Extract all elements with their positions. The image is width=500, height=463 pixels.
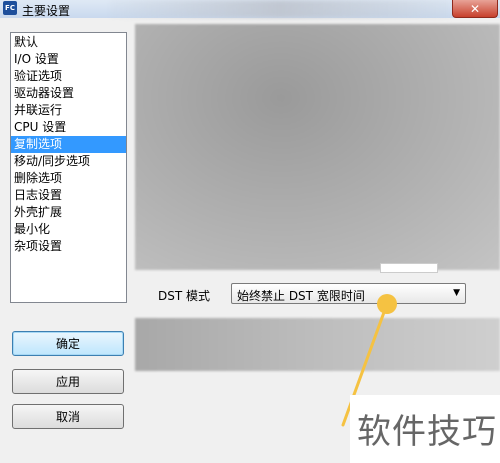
category-item-io[interactable]: I/O 设置: [11, 51, 126, 68]
category-item-verify[interactable]: 验证选项: [11, 68, 126, 85]
title-bar: FC 主要设置 ✕: [0, 0, 500, 18]
dst-mode-select[interactable]: 始终禁止 DST 宽限时间 ▼: [231, 283, 466, 304]
category-item-drive[interactable]: 驱动器设置: [11, 85, 126, 102]
blurred-titlebar-region: [110, 0, 450, 18]
category-item-parallel[interactable]: 并联运行: [11, 102, 126, 119]
category-item-shell[interactable]: 外壳扩展: [11, 204, 126, 221]
blurred-settings-region: [135, 24, 500, 270]
watermark-text: 软件技巧: [357, 412, 497, 452]
close-icon: ✕: [469, 1, 481, 16]
dst-mode-value: 始终禁止 DST 宽限时间: [237, 289, 365, 303]
ok-button[interactable]: 确定: [12, 331, 124, 356]
app-icon: FC: [3, 1, 17, 15]
dst-mode-label: DST 模式: [158, 289, 211, 303]
window-title: 主要设置: [22, 4, 71, 18]
cancel-button[interactable]: 取消: [12, 404, 124, 429]
category-item-log[interactable]: 日志设置: [11, 187, 126, 204]
chevron-down-icon: ▼: [453, 288, 460, 298]
category-item-move-sync[interactable]: 移动/同步选项: [11, 153, 126, 170]
category-item-misc[interactable]: 杂项设置: [11, 238, 126, 255]
close-button[interactable]: ✕: [452, 0, 498, 18]
category-item-copy[interactable]: 复制选项: [11, 136, 126, 153]
category-item-cpu[interactable]: CPU 设置: [11, 119, 126, 136]
blurred-lower-region: [135, 318, 500, 371]
settings-window: FC 主要设置 ✕ 默认 I/O 设置 验证选项 驱动器设置 并联运行 CPU …: [0, 0, 500, 463]
apply-button[interactable]: 应用: [12, 369, 124, 394]
category-item-default[interactable]: 默认: [11, 34, 126, 51]
partial-input-field[interactable]: [380, 263, 438, 273]
category-item-minimize[interactable]: 最小化: [11, 221, 126, 238]
settings-category-list[interactable]: 默认 I/O 设置 验证选项 驱动器设置 并联运行 CPU 设置 复制选项 移动…: [10, 32, 127, 303]
category-item-delete[interactable]: 删除选项: [11, 170, 126, 187]
